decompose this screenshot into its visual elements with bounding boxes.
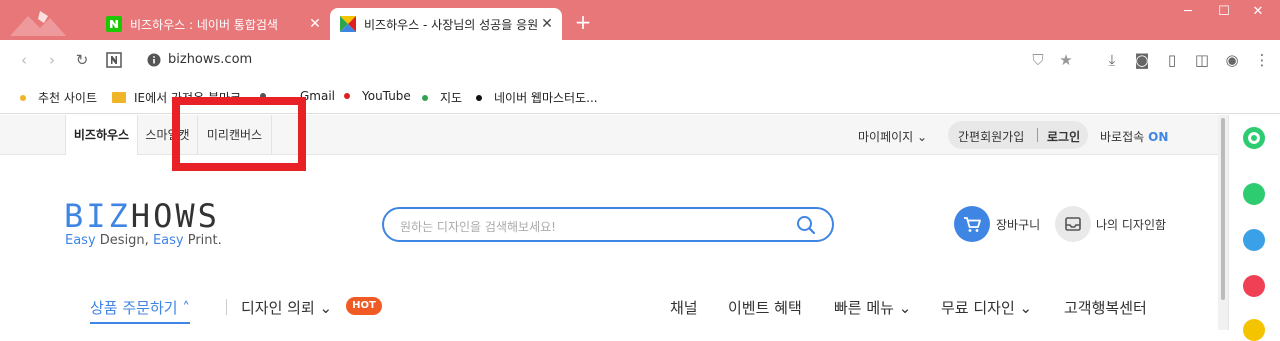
tab-title: 비즈하우스 : 네이버 통합검색: [130, 17, 278, 32]
minimize-button[interactable]: ─: [1174, 4, 1202, 19]
shield-icon[interactable]: ⛉: [1030, 52, 1046, 68]
tagline-design: Design,: [95, 233, 153, 248]
close-window-button[interactable]: ✕: [1244, 4, 1272, 19]
bookmark-dot-icon: [20, 94, 26, 101]
nav-design-request[interactable]: 디자인 의뢰 ⌄: [241, 297, 332, 318]
cart-label[interactable]: 장바구니: [996, 216, 1040, 233]
bookmark-label: 네이버 웹마스터도...: [494, 91, 598, 105]
pocket-icon[interactable]: [1243, 275, 1265, 297]
mypage-label: 마이페이지: [858, 130, 914, 144]
reload-icon[interactable]: ↻: [74, 52, 90, 68]
highlight-box: [172, 97, 306, 171]
folder-icon: [112, 92, 126, 103]
login-pill: 간편회원가입 로그인: [948, 121, 1088, 149]
bizhows-favicon-icon: [340, 16, 356, 32]
back-icon[interactable]: ‹: [16, 52, 32, 68]
chevron-up-icon: ˄: [177, 299, 190, 317]
logo-tagline: Easy Design, Easy Print.: [65, 233, 222, 248]
green-circle-icon[interactable]: [1243, 127, 1265, 149]
scrollbar-thumb[interactable]: [1221, 118, 1225, 300]
whale-sidebar: [1228, 115, 1280, 341]
logo-biz: BIZ: [64, 197, 131, 235]
chevron-down-icon: ⌄: [1014, 299, 1033, 317]
star-icon[interactable]: ★: [1058, 52, 1074, 68]
mypage-dropdown[interactable]: 마이페이지 ⌄: [858, 128, 927, 145]
whale-logo-icon: [10, 11, 66, 36]
profile-icon[interactable]: ◉: [1224, 52, 1240, 68]
quick-access-label: 바로접속: [1100, 130, 1145, 144]
nav-free-design-label: 무료 디자인: [941, 299, 1015, 317]
join-button[interactable]: 간편회원가입: [958, 128, 1024, 145]
nav-order-label: 상품 주문하기: [90, 299, 178, 317]
forward-icon[interactable]: ›: [44, 52, 60, 68]
cart-button[interactable]: [954, 206, 990, 242]
tab-bizhows[interactable]: 비즈하우스 - 사장님의 성공을 응원합니다 ✕: [330, 8, 562, 40]
page-scrollbar[interactable]: [1218, 115, 1228, 330]
maximize-button[interactable]: ☐: [1210, 4, 1238, 19]
divider: [226, 299, 227, 315]
bookmark-naver-webmaster[interactable]: 네이버 웹마스터도...: [476, 89, 598, 106]
logo-hows: HOWS: [130, 197, 220, 235]
bookmark-dot-icon: [422, 94, 428, 101]
bizhows-logo[interactable]: BIZHOWS: [64, 197, 220, 235]
chevron-down-icon: ⌄: [893, 299, 912, 317]
quick-access-on: ON: [1148, 130, 1169, 144]
my-design-button[interactable]: [1055, 206, 1091, 242]
bell-icon[interactable]: [1243, 183, 1265, 205]
nav-quick-menu[interactable]: 빠른 메뉴 ⌄: [834, 297, 911, 318]
address-bar[interactable]: bizhows.com: [168, 52, 252, 67]
menu-icon[interactable]: ⋮: [1254, 52, 1270, 68]
search-input[interactable]: 원하는 디자인을 검색해보세요!: [400, 218, 556, 235]
hot-badge: HOT: [346, 297, 382, 315]
search-box[interactable]: 원하는 디자인을 검색해보세요!: [382, 207, 834, 242]
nav-customer-center[interactable]: 고객행복센터: [1064, 297, 1147, 318]
inbox-icon: [1065, 217, 1081, 231]
my-design-label[interactable]: 나의 디자인함: [1096, 216, 1166, 233]
reader-icon[interactable]: ▯: [1164, 52, 1180, 68]
bookmark-recommended[interactable]: 추천 사이트: [20, 89, 97, 106]
cart-icon: [964, 217, 981, 232]
bookmark-youtube[interactable]: YouTube: [344, 89, 411, 103]
tagline-print: Print.: [183, 233, 222, 248]
browser-titlebar: 비즈하우스 : 네이버 통합검색 ✕ 비즈하우스 - 사장님의 성공을 응원합니…: [0, 0, 1280, 40]
nav-free-design[interactable]: 무료 디자인 ⌄: [941, 297, 1032, 318]
tab-close-icon[interactable]: ✕: [306, 16, 324, 32]
tagline-easy: Easy: [65, 233, 96, 248]
search-icon[interactable]: [796, 215, 816, 235]
sidebar-icon[interactable]: ◫: [1194, 52, 1210, 68]
bookmark-label: 지도: [440, 91, 463, 105]
download-icon[interactable]: ⤓: [1104, 52, 1120, 68]
browser-toolbar: ‹ › ↻ bizhows.com ⛉ ★ ⤓ ◙ ▯ ◫ ◉ ⋮: [0, 40, 1280, 80]
bookmark-label: 추천 사이트: [38, 91, 98, 105]
site-tab-bizhows[interactable]: 비즈하우스: [65, 115, 138, 155]
nav-product-order[interactable]: 상품 주문하기 ˄: [90, 297, 190, 324]
bookmark-label: YouTube: [362, 89, 411, 103]
chevron-down-icon: ⌄: [314, 299, 333, 317]
nav-channel[interactable]: 채널: [670, 297, 698, 318]
tab-title: 비즈하우스 - 사장님의 성공을 응원합니다: [364, 17, 538, 32]
tagline-easy-2: Easy: [152, 233, 184, 248]
calendar-icon[interactable]: [1243, 229, 1265, 251]
camera-icon[interactable]: ◙: [1134, 52, 1150, 68]
new-tab-button[interactable]: +: [572, 12, 594, 34]
login-button[interactable]: 로그인: [1047, 128, 1080, 145]
naver-icon: [106, 16, 122, 32]
tab-close-icon[interactable]: ✕: [538, 16, 556, 32]
nav-design-label: 디자인 의뢰: [241, 299, 315, 317]
quick-access-toggle[interactable]: 바로접속 ON: [1100, 128, 1168, 145]
star-app-icon[interactable]: [1243, 319, 1265, 341]
bookmark-dot-icon: [476, 94, 482, 101]
bookmark-map[interactable]: 지도: [422, 89, 462, 106]
nav-event[interactable]: 이벤트 혜택: [728, 297, 802, 318]
naver-home-icon[interactable]: [106, 52, 122, 68]
tab-naver-search[interactable]: 비즈하우스 : 네이버 통합검색 ✕: [96, 8, 330, 40]
bookmark-dot-icon: [344, 93, 350, 99]
divider: [1037, 128, 1038, 142]
info-icon[interactable]: [146, 52, 162, 68]
nav-quick-menu-label: 빠른 메뉴: [834, 299, 894, 317]
chevron-down-icon: ⌄: [917, 130, 928, 144]
